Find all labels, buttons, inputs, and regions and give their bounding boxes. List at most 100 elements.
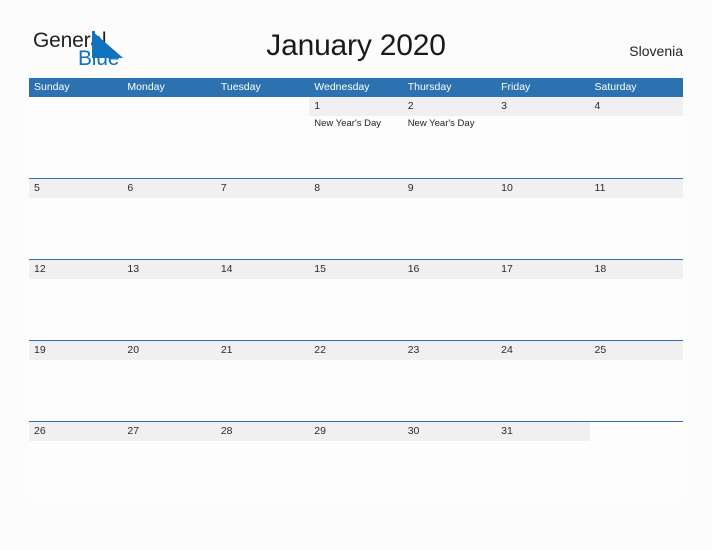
calendar-day-number: 22 — [314, 344, 326, 356]
calendar-day-band — [122, 97, 215, 116]
calendar-day-number: 11 — [594, 182, 606, 194]
calendar-day-number: 17 — [501, 263, 513, 275]
region-label: Slovenia — [629, 43, 683, 59]
calendar-day-number: 3 — [501, 100, 507, 112]
calendar-day-cell[interactable]: 2 New Year's Day — [402, 97, 497, 178]
calendar-week-row: 5 6 7 8 9 10 11 — [29, 178, 683, 259]
calendar-day-number: 19 — [34, 344, 46, 356]
calendar-day-number: 1 — [314, 100, 321, 112]
calendar-weeks: 1 New Year's Day 2 New Year's Day 3 4 5 6 7 8 9 10 1… — [29, 97, 683, 502]
calendar-day-cell[interactable]: 3 — [496, 97, 590, 178]
calendar-day-cell[interactable]: 26 — [29, 422, 123, 502]
calendar-day-cell[interactable]: 20 — [122, 341, 216, 421]
calendar-day-cell[interactable]: 8 — [309, 179, 403, 259]
calendar-day-cell[interactable]: 10 — [496, 179, 590, 259]
calendar-day-band — [29, 179, 123, 198]
calendar-day-number: 14 — [220, 263, 233, 275]
calendar-week-cells: 5 6 7 8 9 10 11 — [29, 179, 683, 259]
weekday-header-row: Sunday Monday Tuesday Wednesday Thursday… — [29, 78, 683, 97]
calendar-week-row: 12 13 14 15 16 17 18 — [29, 259, 683, 340]
calendar-week-cells: 19 20 21 22 23 24 25 — [29, 341, 683, 421]
calendar-day-cell-empty — [29, 97, 122, 178]
calendar-day-cell[interactable]: 15 — [309, 260, 403, 340]
calendar-day-number: 29 — [314, 425, 326, 437]
calendar-day-number: 12 — [34, 263, 46, 275]
calendar-week-row: 1 New Year's Day 2 New Year's Day 3 4 — [29, 97, 683, 178]
calendar-day-number: 13 — [127, 263, 140, 275]
calendar-day-number: 2 — [407, 100, 414, 112]
calendar-day-cell[interactable]: 30 — [402, 422, 497, 502]
weekday-header-tuesday: Tuesday — [220, 81, 261, 93]
calendar-day-number: 27 — [127, 425, 140, 437]
calendar-day-number: 16 — [407, 263, 420, 275]
calendar-day-number: 9 — [407, 182, 414, 194]
calendar-day-number: 18 — [594, 263, 607, 275]
calendar-day-cell-empty — [122, 97, 215, 178]
calendar-day-number: 24 — [501, 344, 513, 356]
calendar-day-cell[interactable]: 19 — [29, 341, 123, 421]
calendar-table: Sunday Monday Tuesday Wednesday Thursday… — [29, 78, 683, 502]
weekday-header-saturday: Saturday — [594, 81, 637, 93]
calendar-day-number: 31 — [501, 425, 513, 437]
calendar-day-number: 8 — [314, 182, 321, 194]
calendar-day-number: 5 — [34, 182, 40, 194]
calendar-day-band — [309, 179, 403, 198]
page-header: General Blue January 2020 Slovenia — [0, 0, 712, 76]
calendar-day-band — [590, 422, 683, 441]
weekday-header-sunday: Sunday — [34, 81, 70, 93]
calendar-day-cell[interactable]: 27 — [122, 422, 216, 502]
calendar-day-cell[interactable]: 1 New Year's Day — [309, 97, 403, 178]
calendar-day-cell[interactable]: 4 — [589, 97, 683, 178]
calendar-day-number: 25 — [594, 344, 607, 356]
calendar-week-cells: 12 13 14 15 16 17 18 — [29, 260, 683, 340]
calendar-day-number: 4 — [594, 100, 601, 112]
calendar-day-band — [215, 179, 310, 198]
calendar-day-cell[interactable]: 5 — [29, 179, 123, 259]
weekday-header-monday: Monday — [127, 81, 165, 93]
calendar-day-number: 23 — [407, 344, 420, 356]
weekday-header-thursday: Thursday — [407, 81, 452, 93]
calendar-day-band — [402, 179, 497, 198]
calendar-day-cell[interactable]: 12 — [29, 260, 123, 340]
calendar-day-band — [309, 97, 403, 116]
calendar-day-band — [589, 97, 683, 116]
weekday-header-wednesday: Wednesday — [314, 81, 370, 93]
calendar-day-number: 15 — [314, 263, 326, 275]
calendar-day-cell[interactable]: 31 — [496, 422, 590, 502]
calendar-day-cell[interactable]: 11 — [589, 179, 683, 259]
calendar-day-cell[interactable]: 29 — [309, 422, 403, 502]
calendar-day-cell[interactable]: 13 — [122, 260, 216, 340]
calendar-day-band — [216, 97, 309, 116]
calendar-day-cell[interactable]: 6 — [122, 179, 216, 259]
calendar-page: General Blue January 2020 Slovenia Sunda… — [0, 0, 712, 550]
calendar-day-cell[interactable]: 7 — [215, 179, 310, 259]
calendar-day-number: 20 — [127, 344, 140, 356]
calendar-day-band — [496, 97, 590, 116]
calendar-day-cell-empty — [216, 97, 309, 178]
calendar-day-cell[interactable]: 25 — [589, 341, 683, 421]
calendar-day-cell[interactable]: 18 — [589, 260, 683, 340]
calendar-week-cells: 26 27 28 29 30 31 — [29, 422, 683, 502]
calendar-day-number: 10 — [501, 182, 513, 194]
calendar-day-band — [402, 97, 497, 116]
calendar-day-cell[interactable]: 14 — [215, 260, 310, 340]
calendar-day-cell[interactable]: 21 — [215, 341, 310, 421]
calendar-week-row: 19 20 21 22 23 24 25 — [29, 340, 683, 421]
calendar-day-cell[interactable]: 24 — [496, 341, 590, 421]
calendar-day-cell[interactable]: 22 — [309, 341, 403, 421]
calendar-day-band — [29, 97, 122, 116]
calendar-day-cell[interactable]: 23 — [402, 341, 497, 421]
calendar-day-band — [122, 179, 216, 198]
calendar-day-number: 28 — [220, 425, 233, 437]
calendar-day-number: 26 — [34, 425, 46, 437]
calendar-day-cell[interactable]: 16 — [402, 260, 497, 340]
calendar-day-cell[interactable]: 28 — [215, 422, 310, 502]
calendar-day-number: 7 — [220, 182, 227, 194]
page-title: January 2020 — [266, 29, 446, 62]
calendar-day-cell[interactable]: 17 — [496, 260, 590, 340]
calendar-day-event: New Year's Day — [314, 118, 382, 129]
calendar-day-cell[interactable]: 9 — [402, 179, 497, 259]
calendar-day-number: 21 — [220, 344, 233, 356]
calendar-week-cells: 1 New Year's Day 2 New Year's Day 3 4 — [29, 97, 683, 178]
weekday-header-friday: Friday — [501, 81, 531, 93]
